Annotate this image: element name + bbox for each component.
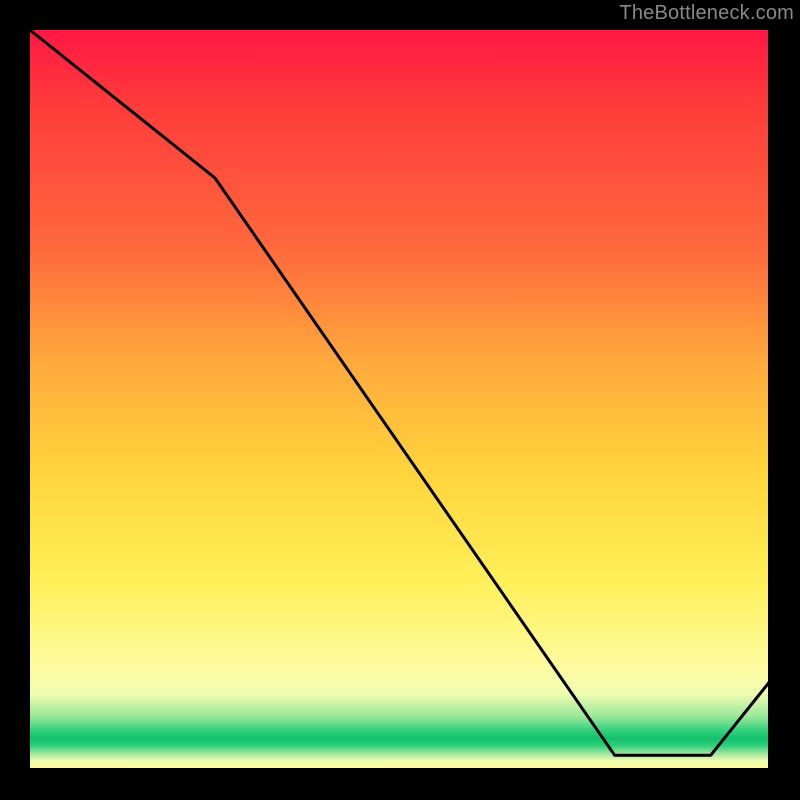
chart-frame: TheBottleneck.com: [0, 0, 800, 800]
plot-area: [30, 30, 770, 770]
attribution-text: TheBottleneck.com: [619, 2, 794, 25]
